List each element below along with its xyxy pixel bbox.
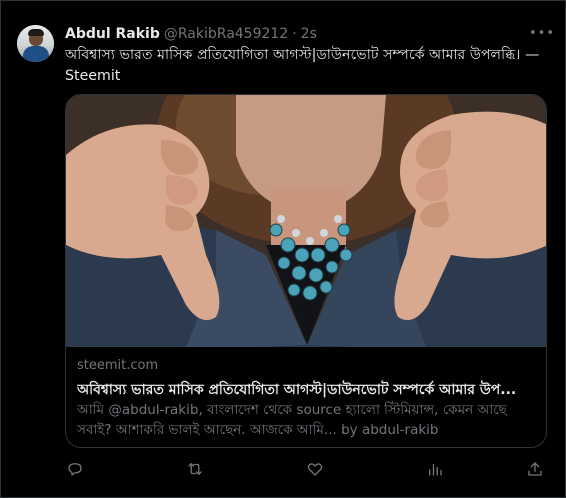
reply-button[interactable] (65, 459, 85, 479)
like-button[interactable] (305, 459, 325, 479)
avatar-hair (28, 29, 44, 36)
more-options-icon[interactable]: ••• (529, 25, 554, 43)
thumbs-down-photo (66, 95, 546, 347)
author-handle[interactable]: @RakibRa459212 (164, 26, 288, 42)
share-icon (528, 462, 542, 476)
card-domain: steemit.com (77, 358, 159, 373)
like-icon (307, 463, 323, 476)
tweet-header: Abdul Rakib @RakibRa459212 · 2s (65, 25, 317, 43)
separator-dot: · (292, 26, 297, 42)
reply-icon (68, 463, 82, 476)
share-button[interactable] (525, 459, 545, 479)
tweet-text: অবিশ্বাস্য ভারত মাসিক প্রতিযোগিতা আগস্ট|… (65, 47, 540, 84)
card-description: আমি @abdul-rakib, বাংলাদেশ থেকে source হ… (77, 402, 507, 438)
timestamp[interactable]: 2s (301, 26, 317, 42)
views-icon (429, 463, 442, 476)
tweet[interactable]: Abdul Rakib @RakibRa459212 · 2s ••• অবিশ… (0, 0, 566, 498)
avatar-body (23, 46, 49, 62)
avatar[interactable] (17, 25, 54, 62)
author-name[interactable]: Abdul Rakib (65, 26, 160, 42)
link-card[interactable]: steemit.com অবিশ্বাস্য ভারত মাসিক প্রতিয… (65, 94, 547, 448)
views-button[interactable] (425, 459, 445, 479)
card-title[interactable]: অবিশ্বাস্য ভারত মাসিক প্রতিযোগিতা আগস্ট|… (77, 378, 539, 402)
retweet-icon (188, 463, 202, 475)
tweet-actions (65, 459, 547, 481)
card-image[interactable] (66, 95, 546, 347)
retweet-button[interactable] (185, 459, 205, 479)
